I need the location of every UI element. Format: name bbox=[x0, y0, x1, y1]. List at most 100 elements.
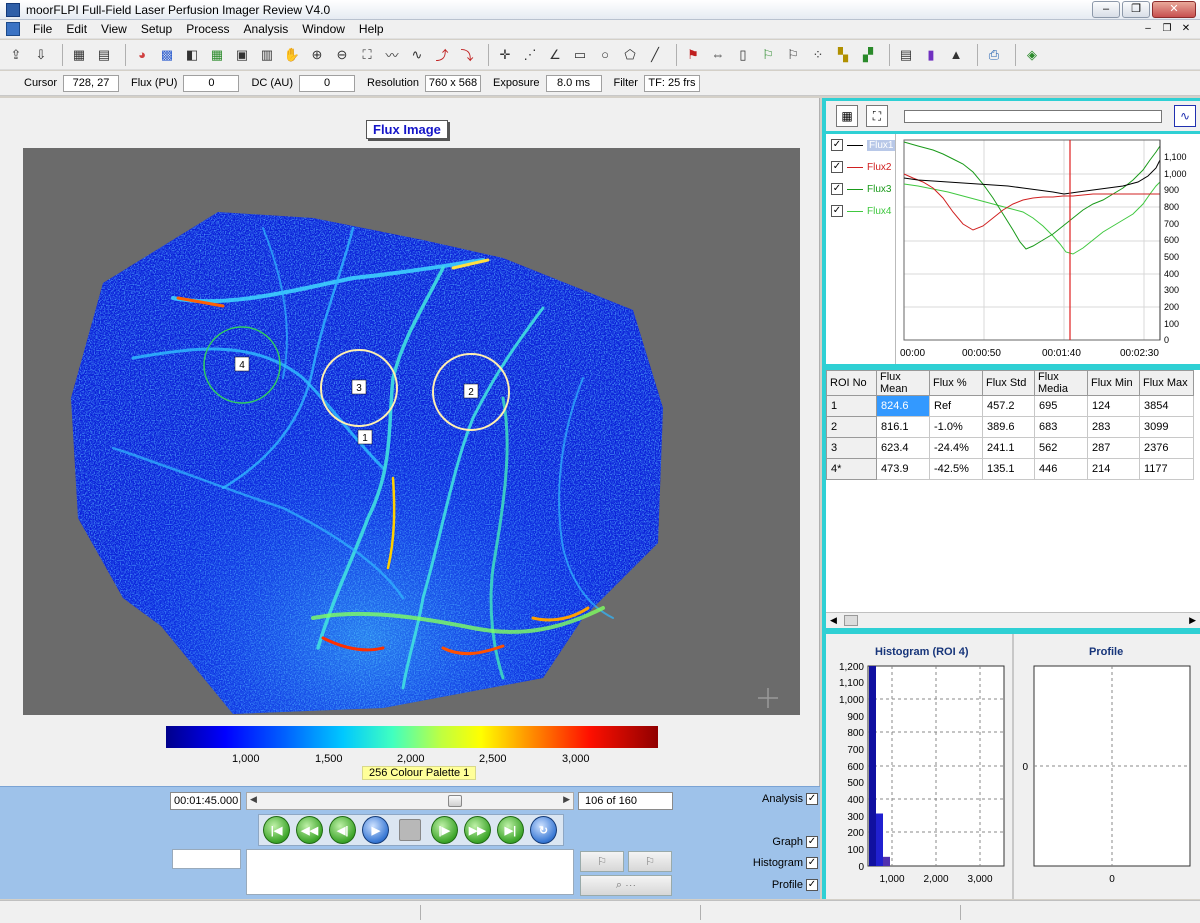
marker-field[interactable] bbox=[172, 849, 241, 869]
table-cell[interactable]: 683 bbox=[1034, 416, 1088, 438]
marker-icon[interactable]: ⚑ bbox=[683, 45, 703, 65]
legend-flux2[interactable]: ✓ Flux2 bbox=[831, 161, 891, 173]
roi-number[interactable]: 3 bbox=[826, 437, 877, 459]
play-button[interactable]: ▶ bbox=[362, 816, 390, 844]
profile-check-row[interactable]: Profile ✓ bbox=[772, 879, 818, 891]
scroll-right-icon[interactable]: ▶ bbox=[1189, 615, 1196, 626]
calculator-stats-icon[interactable]: ▤ bbox=[896, 45, 916, 65]
flux1-checkbox[interactable]: ✓ bbox=[831, 139, 843, 151]
table-cell[interactable]: 2376 bbox=[1139, 437, 1194, 459]
column-header[interactable]: Flux Media bbox=[1034, 370, 1088, 396]
waveform-icon[interactable]: ∿ bbox=[1174, 105, 1196, 127]
fullscreen-icon[interactable]: ⛶ bbox=[866, 105, 888, 127]
menu-analysis[interactable]: Analysis bbox=[237, 20, 296, 39]
mdi-minimize-button[interactable]: – bbox=[1140, 22, 1156, 36]
palette-icon[interactable]: ◕ bbox=[132, 45, 152, 65]
column-header[interactable]: Flux % bbox=[929, 370, 983, 396]
last-frame-button[interactable]: ▶| bbox=[496, 816, 524, 844]
minimize-button[interactable]: – bbox=[1092, 1, 1120, 18]
histogram-icon[interactable]: ▲ bbox=[946, 45, 966, 65]
circle-roi-icon[interactable]: ○ bbox=[595, 45, 615, 65]
table-cell[interactable]: 1177 bbox=[1139, 458, 1194, 480]
menu-view[interactable]: View bbox=[94, 20, 134, 39]
colour-image-icon[interactable]: ▩ bbox=[157, 45, 177, 65]
table-cell[interactable]: -42.5% bbox=[929, 458, 983, 480]
table-cell[interactable]: 287 bbox=[1087, 437, 1140, 459]
print-icon[interactable]: ⎙ bbox=[984, 45, 1004, 65]
column-header[interactable]: ROI No bbox=[826, 370, 877, 396]
flux-image-canvas[interactable]: 4 3 2 1 bbox=[23, 148, 800, 715]
table-cell[interactable]: 446 bbox=[1034, 458, 1088, 480]
page-icon[interactable]: ▯ bbox=[733, 45, 753, 65]
zoom-in-icon[interactable]: ⊕ bbox=[307, 45, 327, 65]
flux-graph[interactable]: ✓ Flux1 ✓ Flux2 ✓ Flux3 ✓ Flux4 0 100 20… bbox=[826, 134, 1200, 364]
table-cell[interactable]: 389.6 bbox=[982, 416, 1035, 438]
grid-view-icon[interactable]: ▦ bbox=[207, 45, 227, 65]
graph-plot[interactable]: 0 100 200 300 400 500 600 700 800 900 1,… bbox=[898, 134, 1200, 364]
histogram-check-row[interactable]: Histogram ✓ bbox=[753, 857, 818, 869]
table-cell[interactable]: Ref bbox=[929, 395, 983, 417]
open-icon[interactable]: ⇪ bbox=[6, 45, 26, 65]
roi-number[interactable]: 1 bbox=[826, 395, 877, 417]
crosshair-icon[interactable]: ✛ bbox=[495, 45, 515, 65]
time-field[interactable]: 00:01:45.000 bbox=[170, 792, 241, 810]
table-cell[interactable]: 283 bbox=[1087, 416, 1140, 438]
frame-slider[interactable]: ◀ ▶ bbox=[246, 792, 574, 810]
line-roi-icon[interactable]: ╱ bbox=[645, 45, 665, 65]
table-cell[interactable]: 623.4 bbox=[876, 437, 930, 459]
graph-check-row[interactable]: Graph ✓ bbox=[772, 836, 818, 848]
close-button[interactable]: ✕ bbox=[1152, 1, 1196, 18]
legend-flux4[interactable]: ✓ Flux4 bbox=[831, 205, 891, 217]
bar-chart-icon[interactable]: ▮ bbox=[921, 45, 941, 65]
scroll-thumb[interactable] bbox=[844, 615, 858, 626]
mdi-close-button[interactable]: ✕ bbox=[1178, 22, 1194, 36]
arrange-icon[interactable]: ▞ bbox=[858, 45, 878, 65]
maximize-button[interactable]: ❐ bbox=[1122, 1, 1150, 18]
link-icon[interactable]: ⇔ bbox=[708, 45, 728, 65]
trace-icon[interactable]: 〰 bbox=[382, 45, 402, 65]
menu-setup[interactable]: Setup bbox=[134, 20, 179, 39]
zoom-fit-icon[interactable]: ⛶ bbox=[357, 45, 377, 65]
table-row[interactable]: 2 816.1 -1.0% 389.6 683 283 3099 bbox=[826, 416, 1194, 438]
column-header[interactable]: Flux Mean bbox=[876, 370, 930, 396]
table-cell[interactable]: 241.1 bbox=[982, 437, 1035, 459]
add-marker-icon[interactable]: ⚐ bbox=[758, 45, 778, 65]
table-row[interactable]: 4* 473.9 -42.5% 135.1 446 214 1177 bbox=[826, 458, 1194, 480]
slider-left-arrow-icon[interactable]: ◀ bbox=[250, 794, 257, 805]
flux-image[interactable]: 4 3 2 1 bbox=[23, 148, 800, 715]
find-button[interactable]: ⌕ ⋯ bbox=[580, 875, 672, 896]
scroll-left-icon[interactable]: ◀ bbox=[830, 615, 837, 626]
rewind-button[interactable]: ◀◀ bbox=[296, 816, 324, 844]
fast-forward-button[interactable]: ▶▶ bbox=[463, 816, 491, 844]
flux3-checkbox[interactable]: ✓ bbox=[831, 183, 843, 195]
grid-toggle-icon[interactable]: ▦ bbox=[836, 105, 858, 127]
menu-window[interactable]: Window bbox=[295, 20, 352, 39]
roi-number[interactable]: 4* bbox=[826, 458, 877, 480]
loop-button[interactable]: ↻ bbox=[529, 816, 558, 844]
legend-flux1[interactable]: ✓ Flux1 bbox=[831, 139, 896, 151]
column-header[interactable]: Flux Min bbox=[1087, 370, 1140, 396]
table-cell[interactable]: 824.6 bbox=[876, 395, 930, 417]
flux4-checkbox[interactable]: ✓ bbox=[831, 205, 843, 217]
step-forward-button[interactable]: |▶ bbox=[430, 816, 458, 844]
profile-chart[interactable]: 0 0 bbox=[1016, 662, 1198, 892]
table-icon[interactable]: ▥ bbox=[257, 45, 277, 65]
table-cell[interactable]: 135.1 bbox=[982, 458, 1035, 480]
table-cell[interactable]: 3099 bbox=[1139, 416, 1194, 438]
first-frame-button[interactable]: |◀ bbox=[263, 816, 291, 844]
table-cell[interactable]: 695 bbox=[1034, 395, 1088, 417]
menu-edit[interactable]: Edit bbox=[59, 20, 94, 39]
slider-thumb[interactable] bbox=[448, 795, 463, 807]
zoom-out-icon[interactable]: ⊖ bbox=[332, 45, 352, 65]
pan-hand-icon[interactable]: ✋ bbox=[282, 45, 302, 65]
polygon-roi-icon[interactable]: ⬠ bbox=[620, 45, 640, 65]
table-cell[interactable]: 3854 bbox=[1139, 395, 1194, 417]
legend-flux3[interactable]: ✓ Flux3 bbox=[831, 183, 891, 195]
analysis-check-row[interactable]: Analysis ✓ bbox=[762, 793, 818, 805]
menu-help[interactable]: Help bbox=[352, 20, 391, 39]
flag-forward-button[interactable]: ⚐ bbox=[628, 851, 672, 872]
point-icon[interactable]: ⋰ bbox=[520, 45, 540, 65]
column-header[interactable]: Flux Std bbox=[982, 370, 1035, 396]
table-cell[interactable]: 124 bbox=[1087, 395, 1140, 417]
histogram-chart[interactable]: 0 100 200 300 400 500 600 700 800 900 1,… bbox=[826, 662, 1008, 892]
